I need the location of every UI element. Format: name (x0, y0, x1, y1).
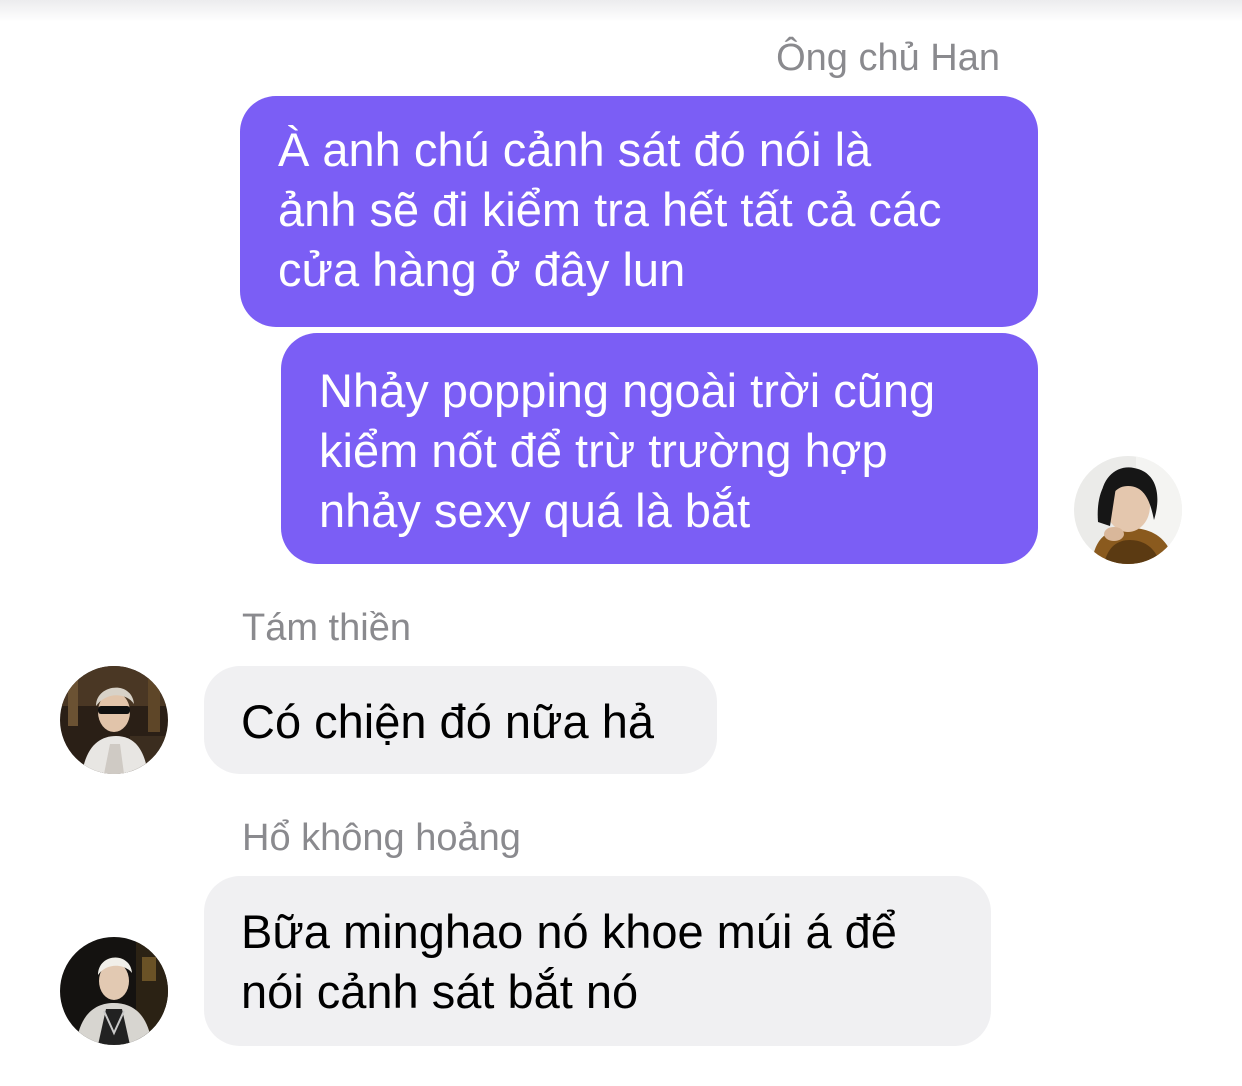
avatar-tam-thien-image (60, 666, 168, 774)
avatar-tam-thien[interactable] (60, 666, 168, 774)
avatar-ho-khong-hoang-image (60, 937, 168, 1045)
message-text-line: nói cảnh sát bắt nó (241, 965, 639, 1018)
message-bubble[interactable]: Bữa minghao nó khoe múi á để nói cảnh sá… (204, 876, 991, 1046)
message-text-line: nhảy sexy quá là bắt (319, 484, 751, 537)
message-bubble[interactable]: Có chiện đó nữa hả (204, 666, 717, 774)
message-bubble[interactable]: Nhảy popping ngoài trời cũng kiểm nốt để… (281, 333, 1038, 564)
message-text-line: À anh chú cảnh sát đó nói là (278, 123, 872, 176)
sender-name-han: Ông chủ Han (776, 37, 1000, 79)
message-bubble[interactable]: À anh chú cảnh sát đó nói là ảnh sẽ đi k… (240, 96, 1038, 327)
message-text-line: kiểm nốt để trừ trường hợp (319, 424, 888, 477)
top-edge-shadow (0, 0, 1242, 22)
message-text-line: Có chiện đó nữa hả (241, 695, 654, 748)
message-text-line: Nhảy popping ngoài trời cũng (319, 364, 936, 417)
message-text-line: Bữa minghao nó khoe múi á để (241, 905, 897, 958)
message-text-line: cửa hàng ở đây lun (278, 243, 686, 296)
avatar-ho-khong-hoang[interactable] (60, 937, 168, 1045)
avatar-han[interactable] (1074, 456, 1182, 564)
avatar-han-image (1074, 456, 1182, 564)
message-text-line: ảnh sẽ đi kiểm tra hết tất cả các (278, 183, 942, 236)
sender-name-ho-khong-hoang: Hổ không hoảng (242, 817, 521, 859)
sender-name-tam-thien: Tám thiền (242, 607, 411, 649)
